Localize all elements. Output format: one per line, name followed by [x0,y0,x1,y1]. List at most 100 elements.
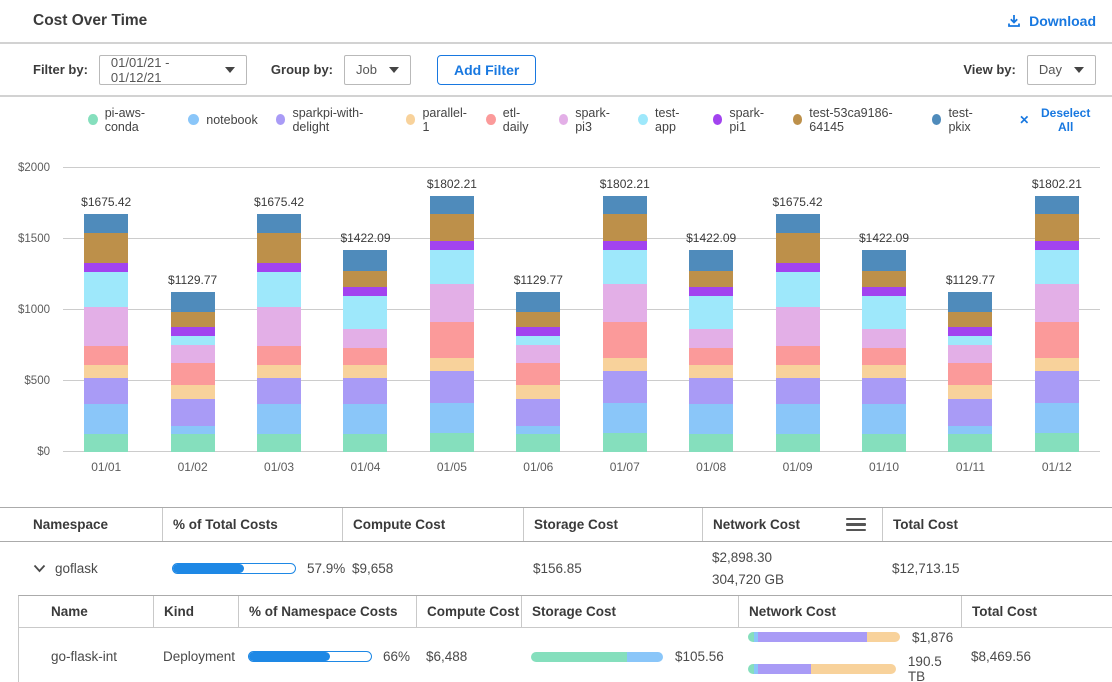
bar-segment-etl-daily[interactable] [84,346,128,365]
bar-segment-notebook[interactable] [343,404,387,434]
bar-segment-spark-pi1[interactable] [603,241,647,250]
bar-01/09[interactable]: $1675.42 [754,168,840,452]
bar-segment-sparkpi-with-delight[interactable] [430,371,474,404]
bar-segment-notebook[interactable] [776,404,820,434]
bar-segment-sparkpi-with-delight[interactable] [776,378,820,404]
bar-segment-spark-pi1[interactable] [171,327,215,336]
bar-segment-test-pkix[interactable] [603,196,647,213]
bar-segment-test-pkix[interactable] [343,250,387,271]
legend-item-test-pkix[interactable]: test-pkix [932,106,990,134]
legend-item-spark-pi1[interactable]: spark-pi1 [713,106,775,134]
bar-segment-notebook[interactable] [171,426,215,434]
bar-segment-test-pkix[interactable] [516,292,560,313]
bar-segment-notebook[interactable] [603,403,647,433]
bar-segment-parallel-1[interactable] [689,365,733,378]
bar-segment-sparkpi-with-delight[interactable] [343,378,387,404]
bar-segment-etl-daily[interactable] [776,346,820,365]
bar-01/11[interactable]: $1129.77 [927,168,1013,452]
bar-segment-test-53ca9186-64145[interactable] [689,271,733,287]
bar-segment-spark-pi1[interactable] [776,263,820,272]
bar-segment-test-53ca9186-64145[interactable] [603,214,647,242]
bar-segment-test-pkix[interactable] [1035,196,1079,213]
bar-segment-test-app[interactable] [948,336,992,345]
bar-segment-sparkpi-with-delight[interactable] [948,399,992,425]
bar-segment-notebook[interactable] [84,404,128,434]
bar-segment-test-pkix[interactable] [171,292,215,313]
bar-segment-test-app[interactable] [603,250,647,284]
bar-segment-test-pkix[interactable] [689,250,733,271]
bar-segment-notebook[interactable] [516,426,560,434]
bar-segment-parallel-1[interactable] [776,365,820,378]
bar-01/01[interactable]: $1675.42 [63,168,149,452]
bar-segment-spark-pi3[interactable] [171,345,215,363]
bar-segment-spark-pi3[interactable] [430,284,474,322]
bar-01/08[interactable]: $1422.09 [668,168,754,452]
deselect-all-button[interactable]: ✕ Deselect All [1019,106,1096,134]
bar-segment-notebook[interactable] [257,404,301,434]
column-menu-icon[interactable] [844,516,868,534]
bar-segment-spark-pi3[interactable] [516,345,560,363]
bar-segment-test-app[interactable] [516,336,560,345]
bar-segment-test-app[interactable] [862,296,906,329]
bar-segment-spark-pi1[interactable] [948,327,992,336]
legend-item-spark-pi3[interactable]: spark-pi3 [559,106,621,134]
legend-item-etl-daily[interactable]: etl-daily [486,106,540,134]
bar-segment-test-pkix[interactable] [257,214,301,233]
bar-segment-test-pkix[interactable] [862,250,906,271]
bar-segment-spark-pi3[interactable] [776,307,820,345]
bar-segment-spark-pi3[interactable] [343,329,387,348]
bar-segment-pi-aws-conda[interactable] [689,434,733,452]
chevron-down-icon[interactable] [33,564,46,573]
bar-segment-etl-daily[interactable] [516,363,560,385]
bar-segment-pi-aws-conda[interactable] [84,434,128,452]
bar-segment-sparkpi-with-delight[interactable] [516,399,560,425]
legend-item-parallel-1[interactable]: parallel-1 [406,106,468,134]
bar-segment-spark-pi3[interactable] [603,284,647,322]
bar-segment-spark-pi3[interactable] [862,329,906,348]
bar-segment-notebook[interactable] [1035,403,1079,433]
bar-segment-pi-aws-conda[interactable] [603,433,647,452]
bar-segment-sparkpi-with-delight[interactable] [84,378,128,404]
bar-01/04[interactable]: $1422.09 [322,168,408,452]
bar-segment-spark-pi1[interactable] [343,287,387,296]
bar-segment-test-53ca9186-64145[interactable] [171,312,215,327]
bar-segment-pi-aws-conda[interactable] [343,434,387,452]
bar-segment-test-pkix[interactable] [948,292,992,313]
bar-segment-spark-pi3[interactable] [257,307,301,345]
bar-segment-spark-pi1[interactable] [689,287,733,296]
bar-segment-spark-pi3[interactable] [1035,284,1079,322]
bar-segment-test-53ca9186-64145[interactable] [343,271,387,287]
bar-segment-test-53ca9186-64145[interactable] [862,271,906,287]
bar-segment-etl-daily[interactable] [171,363,215,385]
bar-segment-parallel-1[interactable] [257,365,301,378]
bar-segment-notebook[interactable] [689,404,733,434]
bar-segment-parallel-1[interactable] [862,365,906,378]
bar-segment-sparkpi-with-delight[interactable] [257,378,301,404]
bar-segment-spark-pi3[interactable] [84,307,128,345]
bar-segment-test-53ca9186-64145[interactable] [516,312,560,327]
bar-segment-pi-aws-conda[interactable] [516,434,560,452]
bar-segment-sparkpi-with-delight[interactable] [689,378,733,404]
bar-01/10[interactable]: $1422.09 [841,168,927,452]
bar-segment-etl-daily[interactable] [862,348,906,365]
bar-segment-test-app[interactable] [257,272,301,308]
add-filter-button[interactable]: Add Filter [437,55,536,85]
bar-segment-spark-pi3[interactable] [948,345,992,363]
bar-segment-test-app[interactable] [776,272,820,308]
download-button[interactable]: Download [1006,13,1096,29]
bar-segment-sparkpi-with-delight[interactable] [1035,371,1079,404]
date-range-select[interactable]: 01/01/21 - 01/12/21 [99,55,247,85]
bar-segment-notebook[interactable] [948,426,992,434]
bar-segment-etl-daily[interactable] [603,322,647,358]
bar-segment-notebook[interactable] [430,403,474,433]
bar-segment-test-app[interactable] [171,336,215,345]
legend-item-test-53ca9186-64145[interactable]: test-53ca9186-64145 [793,106,914,134]
bar-segment-test-app[interactable] [84,272,128,308]
bar-segment-etl-daily[interactable] [430,322,474,358]
bar-segment-test-53ca9186-64145[interactable] [776,233,820,262]
bar-segment-sparkpi-with-delight[interactable] [862,378,906,404]
bar-segment-spark-pi1[interactable] [430,241,474,250]
bar-segment-test-app[interactable] [430,250,474,284]
bar-segment-parallel-1[interactable] [430,358,474,371]
legend-item-test-app[interactable]: test-app [638,106,694,134]
